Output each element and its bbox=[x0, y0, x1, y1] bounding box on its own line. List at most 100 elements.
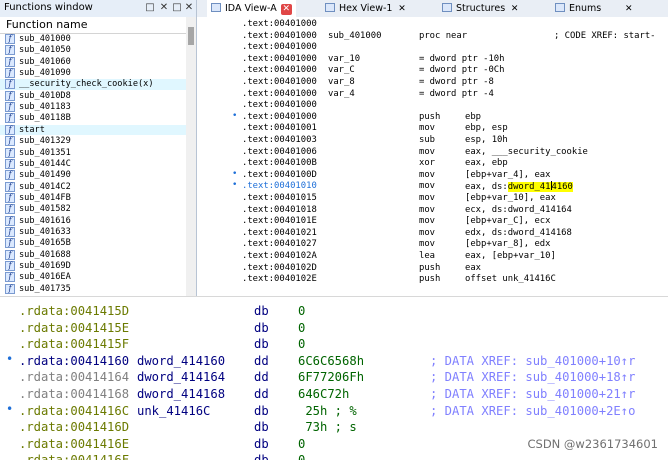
function-list-item[interactable]: f sub_40169D bbox=[0, 261, 186, 272]
instruction-operand[interactable]: [ebp+var_C], ecx bbox=[465, 216, 551, 227]
instruction-operand[interactable]: ebp, esp bbox=[465, 123, 508, 134]
rdata-disassembly-view[interactable]: .rdata:0041415D db 0 .rdata:0041415E db 0 .rda… bbox=[0, 296, 668, 460]
breakpoint-dot-icon[interactable]: • bbox=[6, 401, 13, 419]
line-label[interactable]: sub_401000 bbox=[328, 31, 381, 42]
disasm-line[interactable]: • .text:0040100D mov [ebp+var_4], eax bbox=[197, 169, 668, 181]
function-list-item[interactable]: f sub_401050 bbox=[0, 45, 186, 56]
disasm-line[interactable]: .text:0040102A lea eax, [ebp+var_10] bbox=[197, 251, 668, 262]
data-label[interactable]: unk_41416C bbox=[137, 403, 210, 421]
disasm-line[interactable]: .text:0040102E push offset unk_41416C bbox=[197, 274, 668, 285]
rdata-line[interactable]: .rdata:00414168 dword_414168 dd 646C72h ; DA… bbox=[0, 386, 668, 404]
line-label[interactable]: var_C bbox=[328, 65, 355, 76]
function-list-item[interactable]: f sub_401351 bbox=[0, 147, 186, 159]
rdata-line[interactable]: .rdata:0041415D db 0 bbox=[0, 303, 668, 321]
instruction-operand[interactable]: eax bbox=[465, 263, 481, 274]
function-list-item[interactable]: f start bbox=[0, 124, 186, 136]
disasm-line[interactable]: .text:00401000 var_C = dword ptr -0Ch bbox=[197, 65, 668, 76]
function-list-item[interactable]: f sub_4014FB bbox=[0, 192, 186, 204]
xref-comment[interactable]: ; DATA XREF: sub_401000+2E↑o bbox=[430, 403, 635, 421]
restore-icon[interactable]: □ bbox=[144, 1, 156, 14]
rdata-line[interactable]: • .rdata:00414160 dword_414160 dd 6C6C6568h;… bbox=[0, 351, 668, 371]
function-list-item[interactable]: f sub_401582 bbox=[0, 204, 186, 215]
instruction-operand[interactable]: eax, ___security_cookie bbox=[465, 147, 588, 158]
ida-view-disassembly[interactable]: .text:00401000 .text:00401000 sub_401000 pr… bbox=[197, 17, 668, 296]
tab-hex-view[interactable]: Hex View-1 ✕ bbox=[325, 0, 407, 17]
instruction-operand[interactable]: [ebp+var_4], eax bbox=[465, 170, 551, 181]
disasm-line[interactable]: .text:00401000 bbox=[197, 19, 668, 30]
function-list-item[interactable]: f sub_401000 bbox=[0, 34, 186, 45]
instruction-operand[interactable]: ecx, ds:dword_414164 bbox=[465, 205, 572, 216]
breakpoint-dot-icon[interactable]: • bbox=[6, 351, 13, 369]
tab-ida-view-a[interactable]: IDA View-A ✕ bbox=[207, 0, 296, 17]
disasm-line[interactable]: .text:00401000 bbox=[197, 100, 668, 111]
disasm-line[interactable]: .text:00401018 mov ecx, ds:dword_414164 bbox=[197, 205, 668, 216]
function-list-item[interactable]: f sub_40165B bbox=[0, 238, 186, 249]
tab-enums[interactable]: Enums ✕ bbox=[555, 0, 634, 17]
close-icon[interactable]: ✕ bbox=[158, 1, 170, 14]
instruction-operand[interactable]: eax, ds:dword_414160 bbox=[465, 181, 573, 193]
instruction-operand[interactable]: offset unk_41416C bbox=[465, 274, 556, 285]
function-list-item[interactable]: f sub_401060 bbox=[0, 56, 186, 68]
function-list-item[interactable]: f sub_401633 bbox=[0, 226, 186, 238]
instruction-operand[interactable]: [ebp+var_10], eax bbox=[465, 193, 556, 204]
data-label[interactable]: dword_414164 bbox=[137, 369, 225, 387]
disasm-line[interactable]: .text:00401000 var_10 = dword ptr -10h bbox=[197, 54, 668, 65]
function-list-item[interactable]: f __security_check_cookie(x) bbox=[0, 79, 186, 90]
disasm-line[interactable]: • .text:00401010 mov eax, ds:dword_414160 bbox=[197, 180, 668, 193]
disasm-line[interactable]: .text:0040101E mov [ebp+var_C], ecx bbox=[197, 216, 668, 227]
scrollbar-thumb[interactable] bbox=[188, 27, 194, 45]
instruction-operand[interactable]: esp, 10h bbox=[465, 135, 508, 146]
function-list[interactable]: f sub_401000 f sub_401050 f sub_401060 f sub_40… bbox=[0, 34, 186, 296]
rdata-line[interactable]: .rdata:0041416D db 73h ; s bbox=[0, 419, 668, 437]
disasm-line[interactable]: .text:0040102D push eax bbox=[197, 263, 668, 274]
window-close-icon[interactable]: ✕ bbox=[183, 1, 195, 14]
instruction-operand[interactable]: edx, ds:dword_414168 bbox=[465, 228, 572, 239]
line-label[interactable]: var_8 bbox=[328, 77, 355, 88]
function-list-item[interactable]: f sub_401616 bbox=[0, 215, 186, 227]
rdata-line[interactable]: .rdata:0041415F db 0 bbox=[0, 336, 668, 354]
disasm-line[interactable]: .text:00401000 bbox=[197, 42, 668, 53]
rdata-line[interactable]: • .rdata:0041416C unk_41416C db 25h ; % ; DA… bbox=[0, 401, 668, 421]
highlighted-operand[interactable]: dword_414160 bbox=[507, 181, 573, 193]
xref-comment[interactable]: ; DATA XREF: sub_401000+21↑r bbox=[430, 386, 635, 404]
disasm-line[interactable]: .text:00401000 var_4 = dword ptr -4 bbox=[197, 89, 668, 100]
instruction-operand[interactable]: [ebp+var_8], edx bbox=[465, 239, 551, 250]
function-list-item[interactable]: f sub_4016EA bbox=[0, 272, 186, 283]
disasm-line[interactable]: .text:00401001 mov ebp, esp bbox=[197, 123, 668, 134]
xref-comment[interactable]: ; DATA XREF: sub_401000+10↑r bbox=[430, 353, 635, 371]
line-label[interactable]: var_4 bbox=[328, 89, 355, 100]
tab-close-icon[interactable]: ✕ bbox=[280, 4, 292, 15]
disasm-line[interactable]: .text:00401015 mov [ebp+var_10], eax bbox=[197, 193, 668, 204]
breakpoint-dot-icon[interactable]: • bbox=[232, 169, 237, 180]
disasm-line[interactable]: .text:00401000 var_8 = dword ptr -8 bbox=[197, 77, 668, 88]
disasm-line[interactable]: .text:00401003 sub esp, 10h bbox=[197, 135, 668, 146]
function-list-item[interactable]: f sub_401688 bbox=[0, 249, 186, 261]
function-list-item[interactable]: f sub_401183 bbox=[0, 102, 186, 113]
function-list-item[interactable]: f sub_4014C2 bbox=[0, 181, 186, 193]
function-list-scrollbar[interactable] bbox=[186, 17, 196, 296]
disasm-line[interactable]: .text:00401027 mov [ebp+var_8], edx bbox=[197, 239, 668, 250]
instruction-operand[interactable]: eax, ebp bbox=[465, 158, 508, 169]
function-list-item[interactable]: f sub_401490 bbox=[0, 170, 186, 181]
instruction-operand[interactable]: eax, [ebp+var_10] bbox=[465, 251, 556, 262]
rdata-line[interactable]: .rdata:00414164 dword_414164 dd 6F77206Fh ; … bbox=[0, 369, 668, 387]
xref-comment[interactable]: ; DATA XREF: sub_401000+18↑r bbox=[430, 369, 635, 387]
disasm-line[interactable]: .text:00401021 mov edx, ds:dword_414168 bbox=[197, 228, 668, 239]
disasm-line[interactable]: .text:00401006 mov eax, ___security_cookie bbox=[197, 147, 668, 158]
disasm-line[interactable]: .text:00401000 sub_401000 proc near ; CODE … bbox=[197, 31, 668, 42]
instruction-operand[interactable]: ebp bbox=[465, 112, 481, 123]
tab-close-icon[interactable]: ✕ bbox=[509, 4, 520, 15]
tab-structures[interactable]: Structures ✕ bbox=[442, 0, 520, 17]
function-list-item[interactable]: f sub_40118B bbox=[0, 113, 186, 124]
function-list-item[interactable]: f sub_40144C bbox=[0, 158, 186, 170]
breakpoint-dot-icon[interactable]: • bbox=[232, 111, 237, 122]
disasm-line[interactable]: .text:0040100B xor eax, ebp bbox=[197, 158, 668, 169]
line-label[interactable]: var_10 bbox=[328, 54, 360, 65]
tab-close-icon[interactable]: ✕ bbox=[396, 4, 407, 15]
function-list-item[interactable]: f sub_401329 bbox=[0, 136, 186, 147]
function-list-item[interactable]: f sub_401735 bbox=[0, 283, 186, 295]
tab-close-icon[interactable]: ✕ bbox=[623, 4, 634, 15]
rdata-line[interactable]: .rdata:0041415E db 0 bbox=[0, 320, 668, 338]
float-icon[interactable]: □ bbox=[171, 1, 183, 14]
breakpoint-dot-icon[interactable]: • bbox=[232, 180, 237, 191]
